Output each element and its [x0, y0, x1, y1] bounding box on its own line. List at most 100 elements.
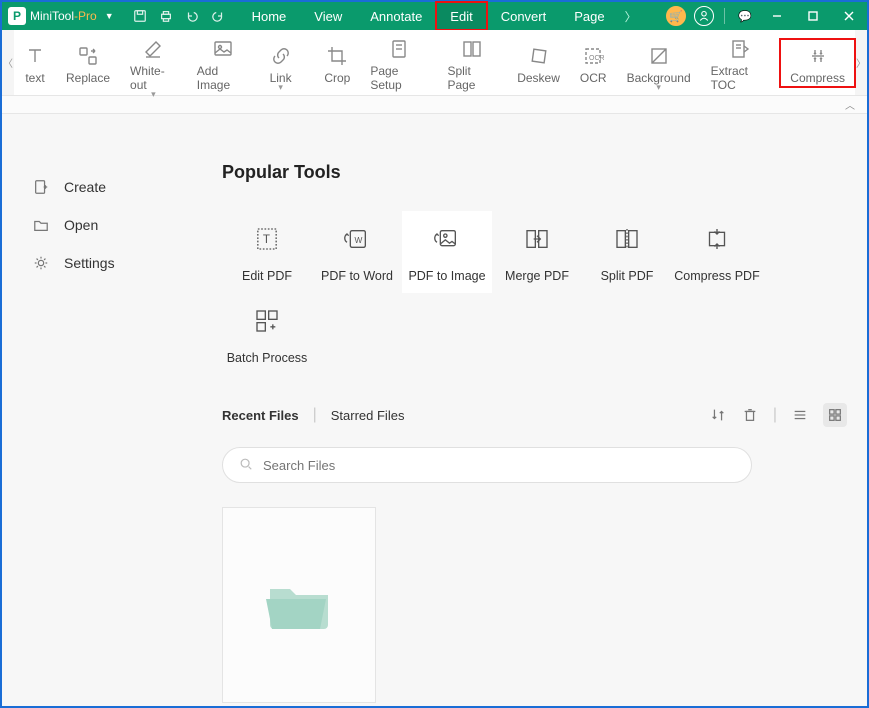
tab-recent-files[interactable]: Recent Files: [222, 408, 299, 423]
undo-icon[interactable]: [184, 8, 200, 24]
tab-annotate[interactable]: Annotate: [356, 2, 436, 30]
ribbon-text[interactable]: text: [14, 39, 56, 87]
background-icon: [648, 45, 670, 67]
tab-convert[interactable]: Convert: [487, 2, 561, 30]
sort-icon[interactable]: [709, 406, 727, 424]
dropdown-icon: ▾: [151, 89, 156, 100]
minimize-button[interactable]: [759, 2, 795, 30]
close-button[interactable]: [831, 2, 867, 30]
ribbon-background[interactable]: Background▾: [617, 39, 701, 87]
account-icon[interactable]: [694, 6, 714, 26]
tool-pdf-to-word[interactable]: WPDF to Word: [312, 211, 402, 293]
sidebar: Create Open Settings: [2, 114, 202, 706]
ribbon-scroll-right[interactable]: 〉: [855, 30, 867, 95]
sidebar-label: Open: [64, 217, 98, 233]
split-icon: [461, 38, 483, 60]
image-convert-icon: [429, 221, 465, 257]
files-tabs: Recent Files | Starred Files |: [222, 403, 847, 427]
svg-text:W: W: [355, 235, 363, 245]
trash-icon[interactable]: [741, 406, 759, 424]
quick-access-toolbar: [124, 8, 234, 24]
titlebar-right: 🛒 💬: [662, 2, 867, 30]
tab-starred-files[interactable]: Starred Files: [331, 408, 405, 423]
merge-icon: [519, 221, 555, 257]
grid-view-icon[interactable]: [823, 403, 847, 427]
open-icon: [32, 216, 50, 234]
ribbon: 〈 text Replace White-out▾ Add Image Link…: [2, 30, 867, 96]
search-field[interactable]: [263, 458, 735, 473]
toc-icon: [729, 38, 751, 60]
tool-split-pdf[interactable]: Split PDF: [582, 211, 672, 293]
svg-text:OCR: OCR: [589, 55, 604, 62]
list-view-icon[interactable]: [791, 406, 809, 424]
gear-icon: [32, 254, 50, 272]
logo-text: MiniTool-Pro: [30, 9, 97, 23]
ribbon-ocr[interactable]: OCROCR: [570, 39, 617, 87]
ribbon-scroll-left[interactable]: 〈: [2, 30, 14, 95]
separator: |: [313, 406, 317, 424]
title-dropdown-icon[interactable]: ▼: [101, 11, 118, 21]
tool-merge-pdf[interactable]: Merge PDF: [492, 211, 582, 293]
sidebar-item-create[interactable]: Create: [2, 168, 202, 206]
word-icon: W: [339, 221, 375, 257]
image-icon: [212, 38, 234, 60]
tool-edit-pdf[interactable]: TEdit PDF: [222, 211, 312, 293]
redo-icon[interactable]: [210, 8, 226, 24]
content: Popular Tools TEdit PDF WPDF to Word PDF…: [202, 114, 867, 706]
ribbon-crop[interactable]: Crop: [314, 39, 360, 87]
pagesetup-icon: [388, 38, 410, 60]
ribbon-addimage[interactable]: Add Image: [187, 32, 260, 94]
compress-icon: [807, 45, 829, 67]
ribbon-items: text Replace White-out▾ Add Image Link▾ …: [14, 30, 855, 95]
menu-overflow-icon[interactable]: 〉: [619, 8, 643, 25]
tool-pdf-to-image[interactable]: PDF to Image: [402, 211, 492, 293]
dropdown-icon: ▾: [278, 82, 283, 93]
search-input[interactable]: [222, 447, 752, 483]
separator: [724, 8, 725, 24]
titlebar: P MiniTool-Pro ▼ Home View Annotate Edit…: [2, 2, 867, 30]
split-pdf-icon: [609, 221, 645, 257]
folder-icon: [264, 577, 334, 633]
ribbon-compress[interactable]: Compress: [780, 39, 855, 87]
tab-edit[interactable]: Edit: [436, 2, 486, 30]
tab-view[interactable]: View: [300, 2, 356, 30]
feedback-icon[interactable]: 💬: [735, 6, 755, 26]
empty-file-card[interactable]: [222, 507, 376, 703]
tool-batch-process[interactable]: Batch Process: [222, 293, 312, 375]
cart-icon[interactable]: 🛒: [666, 6, 686, 26]
search-icon: [239, 457, 253, 474]
tab-home[interactable]: Home: [238, 2, 301, 30]
ribbon-replace[interactable]: Replace: [56, 39, 120, 87]
separator: |: [773, 406, 777, 424]
chevron-up-icon: ︿: [845, 97, 855, 112]
logo-icon: P: [8, 7, 26, 25]
ribbon-pagesetup[interactable]: Page Setup: [360, 32, 437, 94]
maximize-button[interactable]: [795, 2, 831, 30]
crop-icon: [326, 45, 348, 67]
ribbon-extracttoc[interactable]: Extract TOC: [701, 32, 781, 94]
whiteout-icon: [142, 38, 164, 60]
tool-compress-pdf[interactable]: Compress PDF: [672, 211, 762, 293]
ribbon-whiteout[interactable]: White-out▾: [120, 32, 187, 94]
replace-icon: [77, 45, 99, 67]
ocr-icon: OCR: [582, 45, 604, 67]
create-icon: [32, 178, 50, 196]
sidebar-label: Settings: [64, 255, 115, 271]
menu-tabs: Home View Annotate Edit Convert Page: [238, 2, 619, 30]
ribbon-link[interactable]: Link▾: [260, 39, 302, 87]
sidebar-item-settings[interactable]: Settings: [2, 244, 202, 282]
app-logo[interactable]: P MiniTool-Pro ▼: [2, 7, 124, 25]
ribbon-deskew[interactable]: Deskew: [507, 39, 570, 87]
text-icon: [24, 45, 46, 67]
save-icon[interactable]: [132, 8, 148, 24]
main-area: Create Open Settings Popular Tools TEdit…: [2, 114, 867, 706]
ribbon-splitpage[interactable]: Split Page: [437, 32, 507, 94]
dropdown-icon: ▾: [656, 82, 661, 93]
print-icon[interactable]: [158, 8, 174, 24]
ribbon-collapse[interactable]: ︿: [2, 96, 867, 114]
popular-tools: TEdit PDF WPDF to Word PDF to Image Merg…: [222, 211, 847, 375]
sidebar-item-open[interactable]: Open: [2, 206, 202, 244]
tab-page[interactable]: Page: [560, 2, 618, 30]
svg-text:T: T: [263, 233, 270, 246]
compress-pdf-icon: [699, 221, 735, 257]
